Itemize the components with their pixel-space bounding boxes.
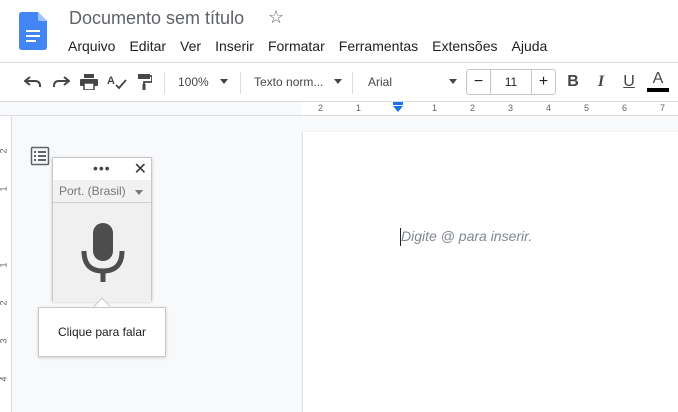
underline-button[interactable]: U bbox=[618, 63, 640, 101]
print-icon[interactable] bbox=[78, 63, 100, 101]
menu-editar[interactable]: Editar bbox=[129, 38, 166, 54]
zoom-caret-icon[interactable] bbox=[220, 79, 228, 84]
ruler-tick: 4 bbox=[0, 376, 9, 381]
ruler-tick: 2 bbox=[470, 103, 476, 113]
font-size-control: − 11 + bbox=[466, 69, 556, 95]
language-label: Port. (Brasil) bbox=[59, 184, 126, 198]
indent-marker-icon[interactable] bbox=[392, 102, 404, 114]
toolbar-divider bbox=[352, 72, 353, 94]
horizontal-ruler[interactable]: 2 1 1 2 3 4 5 6 7 bbox=[302, 102, 678, 116]
more-options-icon[interactable]: ••• bbox=[93, 160, 111, 176]
document-outline-icon[interactable] bbox=[30, 146, 50, 166]
italic-button[interactable]: I bbox=[590, 63, 612, 101]
paint-format-icon[interactable] bbox=[134, 63, 156, 101]
ruler-tick: 3 bbox=[0, 338, 9, 343]
chevron-down-icon bbox=[135, 190, 143, 195]
menu-bar: Arquivo Editar Ver Inserir Formatar Ferr… bbox=[68, 38, 561, 54]
font-caret-icon[interactable] bbox=[449, 79, 457, 84]
ruler-tick: 1 bbox=[356, 103, 362, 113]
svg-text:A: A bbox=[107, 75, 115, 87]
ruler-tick: 5 bbox=[584, 103, 590, 113]
zoom-select[interactable]: 100% bbox=[178, 63, 209, 101]
voice-panel-header: ••• ✕ bbox=[53, 158, 151, 180]
tooltip-text: Clique para falar bbox=[57, 325, 147, 339]
close-icon[interactable]: ✕ bbox=[134, 159, 147, 179]
underline-label: U bbox=[623, 73, 635, 90]
voice-typing-panel: ••• ✕ Port. (Brasil) bbox=[52, 157, 152, 302]
docs-logo-icon[interactable] bbox=[19, 12, 47, 50]
ruler-tick: 6 bbox=[622, 103, 628, 113]
editor-placeholder: Digite @ para inserir. bbox=[401, 228, 533, 244]
app-header: Documento sem título ☆ Arquivo Editar Ve… bbox=[0, 0, 678, 62]
ruler-tick: 4 bbox=[546, 103, 552, 113]
click-to-speak-tooltip: Clique para falar bbox=[38, 307, 166, 357]
ruler-tick: 1 bbox=[432, 103, 438, 113]
document-page[interactable]: Digite @ para inserir. bbox=[302, 132, 678, 412]
ruler-tick: 1 bbox=[0, 262, 9, 267]
ruler-tick: 1 bbox=[0, 186, 9, 191]
menu-ver[interactable]: Ver bbox=[180, 38, 201, 54]
menu-ferramentas[interactable]: Ferramentas bbox=[339, 38, 418, 54]
style-select[interactable]: Texto norm... bbox=[254, 63, 323, 101]
ruler-tick: 2 bbox=[0, 300, 9, 305]
font-size-input[interactable]: 11 bbox=[491, 70, 531, 94]
text-color-button[interactable]: A bbox=[646, 63, 670, 101]
language-select[interactable]: Port. (Brasil) bbox=[53, 180, 151, 202]
spellcheck-icon[interactable]: A bbox=[106, 63, 128, 101]
toolbar-divider bbox=[240, 72, 241, 94]
font-size-increase-button[interactable]: + bbox=[531, 70, 555, 94]
style-caret-icon[interactable] bbox=[334, 79, 342, 84]
text-color-swatch bbox=[647, 88, 669, 92]
bold-button[interactable]: B bbox=[562, 63, 584, 101]
ruler-tick: 7 bbox=[660, 103, 666, 113]
font-select[interactable]: Arial bbox=[368, 63, 392, 101]
ruler-tick: 2 bbox=[318, 103, 324, 113]
ruler-tick: 3 bbox=[508, 103, 514, 113]
microphone-button[interactable] bbox=[53, 202, 151, 302]
bold-label: B bbox=[567, 73, 579, 90]
toolbar: A 100% Texto norm... Arial − 11 + B I U … bbox=[0, 62, 678, 102]
menu-inserir[interactable]: Inserir bbox=[215, 38, 254, 54]
document-title[interactable]: Documento sem título bbox=[69, 8, 244, 29]
ruler-tick: 2 bbox=[0, 148, 9, 153]
toolbar-divider bbox=[164, 72, 165, 94]
menu-formatar[interactable]: Formatar bbox=[268, 38, 325, 54]
ruler-margin bbox=[0, 102, 302, 116]
menu-ajuda[interactable]: Ajuda bbox=[512, 38, 548, 54]
italic-label: I bbox=[597, 73, 605, 90]
text-color-label: A bbox=[652, 70, 664, 87]
redo-icon[interactable] bbox=[50, 63, 72, 101]
menu-extensoes[interactable]: Extensões bbox=[432, 38, 497, 54]
star-icon[interactable]: ☆ bbox=[268, 7, 284, 28]
vertical-ruler[interactable]: 2 1 1 2 3 4 bbox=[0, 116, 12, 412]
microphone-icon bbox=[81, 223, 125, 282]
font-size-decrease-button[interactable]: − bbox=[467, 70, 491, 94]
menu-arquivo[interactable]: Arquivo bbox=[68, 38, 115, 54]
undo-icon[interactable] bbox=[22, 63, 44, 101]
